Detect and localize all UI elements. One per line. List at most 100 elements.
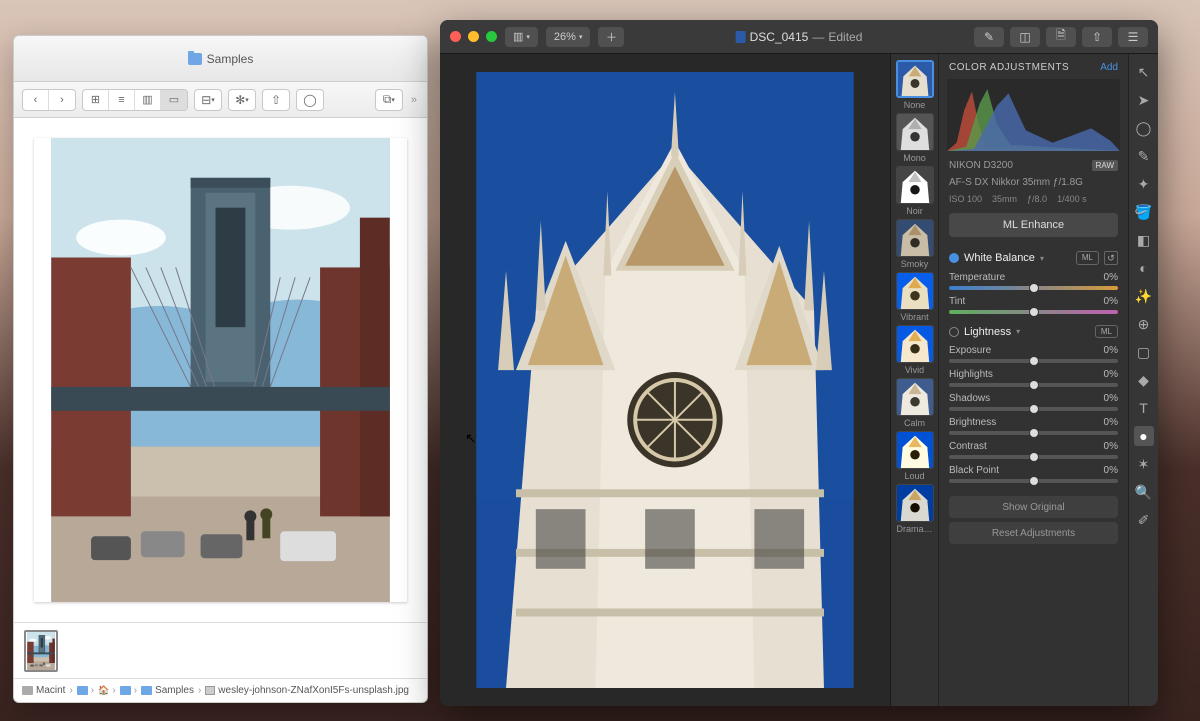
folder-icon xyxy=(141,686,152,695)
window-controls[interactable] xyxy=(450,31,497,42)
chevron-down-icon: ▾ xyxy=(1040,254,1044,263)
exif-focal: 35mm xyxy=(992,194,1017,204)
preset-none[interactable]: None xyxy=(895,60,934,110)
finder-path-bar[interactable]: Macint › › 🏠› › Samples › wesley-johnson… xyxy=(14,678,427,702)
reset-icon[interactable]: ↺ xyxy=(1104,251,1118,265)
finder-window: Samples ‹ › ⊞ ≡ ▥ ▭ ⊟ ▾ ✻ ▾ ⇧ ◯ ⧉ ▾ » Ma… xyxy=(13,35,428,703)
finder-preview-image[interactable] xyxy=(34,138,407,602)
tool-sharpen[interactable]: ◆ xyxy=(1134,370,1154,390)
tool-arrow[interactable]: ➤ xyxy=(1134,90,1154,110)
editor-canvas[interactable] xyxy=(440,54,890,706)
section-lightness: Lightness ▾ ML Exposure0%Highlights0%Sha… xyxy=(947,321,1120,486)
view-mode-group[interactable]: ⊞ ≡ ▥ ▭ xyxy=(82,89,188,111)
image-editor-window: ▥ ▾ 26%▾ ＋ DSC_0415 — Edited ✎ ◫ 🗎 ⇧ ☰ N… xyxy=(440,20,1158,706)
tool-text[interactable]: T xyxy=(1134,398,1154,418)
tool-loupe[interactable]: 🔍 xyxy=(1134,482,1154,502)
tool-brush[interactable]: ✎ xyxy=(1134,146,1154,166)
finder-thumbnails-bar xyxy=(14,622,427,678)
tool-gradient[interactable]: ◧ xyxy=(1134,230,1154,250)
editor-titlebar[interactable]: ▥ ▾ 26%▾ ＋ DSC_0415 — Edited ✎ ◫ 🗎 ⇧ ☰ xyxy=(440,20,1158,54)
chevron-down-icon: ▾ xyxy=(1016,327,1020,336)
histogram[interactable] xyxy=(947,79,1120,151)
arrange-button[interactable]: ⊟ ▾ xyxy=(194,89,222,111)
slider-contrast[interactable]: Contrast0% xyxy=(947,438,1120,462)
section-toggle-icon[interactable] xyxy=(949,253,959,263)
back-button[interactable]: ‹ xyxy=(23,90,49,110)
tool-blur[interactable]: ◐ xyxy=(1134,258,1154,278)
finder-toolbar: ‹ › ⊞ ≡ ▥ ▭ ⊟ ▾ ✻ ▾ ⇧ ◯ ⧉ ▾ » xyxy=(14,82,427,118)
adjustments-toggle-button[interactable]: ☰ xyxy=(1118,27,1148,47)
slider-exposure[interactable]: Exposure0% xyxy=(947,342,1120,366)
path-segment[interactable]: wesley-johnson-ZNafXonI5Fs-unsplash.jpg xyxy=(218,685,409,696)
section-header[interactable]: Lightness ▾ ML xyxy=(947,321,1120,342)
crop-tool-button[interactable]: ◫ xyxy=(1010,27,1040,47)
image-icon xyxy=(205,686,215,695)
tool-bucket[interactable]: 🪣 xyxy=(1134,202,1154,222)
tool-shape[interactable]: ▢ xyxy=(1134,342,1154,362)
sidebar-toggle-button[interactable]: ▥ ▾ xyxy=(505,27,538,47)
section-toggle-icon[interactable] xyxy=(949,327,959,337)
preset-vibrant[interactable]: Vibrant xyxy=(895,272,934,322)
tags-button[interactable]: ◯ xyxy=(296,89,324,111)
preset-mono[interactable]: Mono xyxy=(895,113,934,163)
share-button[interactable]: ⇧ xyxy=(262,89,290,111)
ml-enhance-button[interactable]: ML Enhance xyxy=(949,213,1118,237)
tool-sparkle[interactable]: ✨ xyxy=(1134,286,1154,306)
section-header[interactable]: White Balance ▾ ML ↺ xyxy=(947,247,1120,269)
toolbar-overflow-icon[interactable]: » xyxy=(409,94,419,106)
preset-loud[interactable]: Loud xyxy=(895,431,934,481)
adjustments-header: COLOR ADJUSTMENTS xyxy=(949,62,1069,73)
preset-drama[interactable]: Drama… xyxy=(895,484,934,534)
preset-smoky[interactable]: Smoky xyxy=(895,219,934,269)
nav-back-forward[interactable]: ‹ › xyxy=(22,89,76,111)
preset-vivid[interactable]: Vivid xyxy=(895,325,934,375)
preset-calm[interactable]: Calm xyxy=(895,378,934,428)
repair-tool-button[interactable]: ✎ xyxy=(974,27,1004,47)
path-segment[interactable]: Macint xyxy=(36,685,65,696)
section-white-balance: White Balance ▾ ML ↺ Temperature0%Tint0% xyxy=(947,247,1120,317)
share-button[interactable]: ⇧ xyxy=(1082,27,1112,47)
tool-picker[interactable]: ✐ xyxy=(1134,510,1154,530)
slider-temperature[interactable]: Temperature0% xyxy=(947,269,1120,293)
view-icons-button[interactable]: ⊞ xyxy=(83,90,109,110)
ml-chip[interactable]: ML xyxy=(1095,325,1118,338)
ml-chip[interactable]: ML xyxy=(1076,251,1099,265)
minimize-icon[interactable] xyxy=(468,31,479,42)
zoom-icon[interactable] xyxy=(486,31,497,42)
show-original-button[interactable]: Show Original xyxy=(949,496,1118,518)
finder-content xyxy=(14,118,427,622)
add-adjustment-button[interactable]: Add xyxy=(1100,62,1118,73)
view-list-button[interactable]: ≡ xyxy=(109,90,135,110)
zoom-level-button[interactable]: 26%▾ xyxy=(546,27,591,47)
finder-titlebar[interactable]: Samples xyxy=(14,36,427,82)
close-icon[interactable] xyxy=(450,31,461,42)
tool-clone[interactable]: ⊕ xyxy=(1134,314,1154,334)
document-title: DSC_0415 — Edited xyxy=(736,30,863,44)
reset-adjustments-button[interactable]: Reset Adjustments xyxy=(949,522,1118,544)
tool-pointer[interactable]: ↖ xyxy=(1134,62,1154,82)
path-segment[interactable]: Samples xyxy=(155,685,194,696)
presets-rail[interactable]: NoneMonoNoirSmokyVibrantVividCalmLoudDra… xyxy=(890,54,938,706)
slider-tint[interactable]: Tint0% xyxy=(947,293,1120,317)
slider-black-point[interactable]: Black Point0% xyxy=(947,462,1120,486)
slider-brightness[interactable]: Brightness0% xyxy=(947,414,1120,438)
forward-button[interactable]: › xyxy=(49,90,75,110)
slider-highlights[interactable]: Highlights0% xyxy=(947,366,1120,390)
view-columns-button[interactable]: ▥ xyxy=(135,90,161,110)
dropbox-button[interactable]: ⧉ ▾ xyxy=(375,89,403,111)
tool-fx[interactable]: ● xyxy=(1134,426,1154,446)
slider-shadows[interactable]: Shadows0% xyxy=(947,390,1120,414)
finder-thumbnail[interactable] xyxy=(24,630,58,672)
preset-noir[interactable]: Noir xyxy=(895,166,934,216)
tools-rail: ↖ ➤ ◯ ✎ ✦ 🪣 ◧ ◐ ✨ ⊕ ▢ ◆ T ● ✶ 🔍 ✐ xyxy=(1128,54,1158,706)
exif-shutter: 1/400 s xyxy=(1057,194,1087,204)
action-button[interactable]: ✻ ▾ xyxy=(228,89,256,111)
document-info-button[interactable]: 🗎 xyxy=(1046,27,1076,47)
tool-circle[interactable]: ◯ xyxy=(1134,118,1154,138)
tool-star[interactable]: ✶ xyxy=(1134,454,1154,474)
view-gallery-button[interactable]: ▭ xyxy=(161,90,187,110)
tool-patch[interactable]: ✦ xyxy=(1134,174,1154,194)
home-icon: 🏠 xyxy=(98,685,109,696)
add-button[interactable]: ＋ xyxy=(598,27,624,47)
document-icon xyxy=(736,31,746,43)
